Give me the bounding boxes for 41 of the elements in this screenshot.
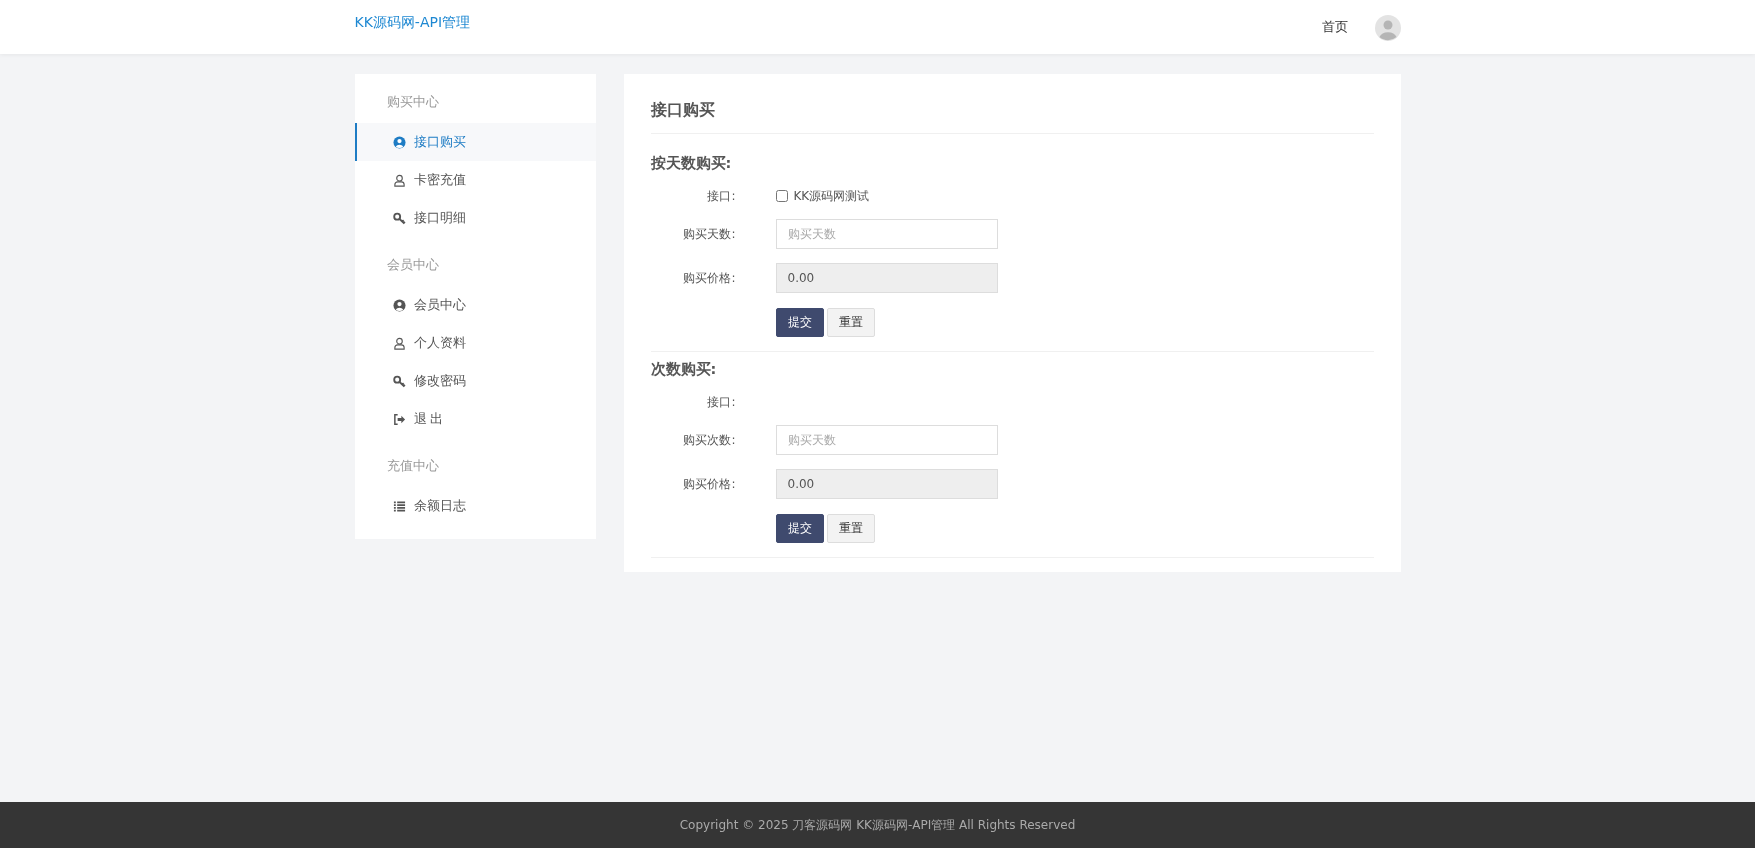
input-field[interactable]: 购买天数	[775, 219, 998, 249]
user-circle-icon	[392, 298, 406, 312]
reset-button[interactable]: 重置	[826, 513, 875, 543]
list-icon	[392, 499, 406, 513]
user-circle-icon	[392, 135, 406, 149]
sidebar-item[interactable]: 退 出	[354, 400, 596, 438]
brand-link[interactable]: KK源码网-API管理	[354, 14, 471, 32]
user-icon	[392, 336, 406, 350]
user-icon	[392, 173, 406, 187]
key-icon	[392, 374, 406, 388]
sign-out-icon	[392, 412, 406, 426]
sidebar-item[interactable]: 余额日志	[354, 487, 596, 525]
sidebar-item[interactable]: 修改密码	[354, 362, 596, 400]
interface-checkbox[interactable]	[775, 190, 788, 202]
nav-link[interactable]: 首页	[1321, 18, 1348, 36]
field-label: 接口:	[706, 393, 736, 411]
sidebar-group-title: 购买中心	[385, 93, 440, 111]
field-label: 购买价格:	[682, 269, 736, 287]
sidebar-item[interactable]: 接口明细	[354, 199, 596, 237]
sidebar-group-title: 充值中心	[385, 457, 440, 475]
sidebar-item[interactable]: 会员中心	[354, 286, 596, 324]
reset-button[interactable]: 重置	[826, 307, 875, 337]
input-field[interactable]: 购买天数	[775, 425, 998, 455]
key-icon	[392, 211, 406, 225]
sidebar-item[interactable]: 接口购买	[354, 123, 596, 161]
section-heading: 按天数购买:	[650, 154, 733, 173]
sidebar-item[interactable]: 卡密充值	[354, 161, 596, 199]
sidebar-item[interactable]: 个人资料	[354, 324, 596, 362]
copyright-text: Copyright © 2025 刀客源码网 KK源码网-API管理 All Rights Reserved	[679, 816, 1076, 834]
price-field[interactable]: 0.00	[775, 263, 998, 293]
price-field[interactable]: 0.00	[775, 469, 998, 499]
field-label: 购买价格:	[682, 475, 736, 493]
field-label: 接口:	[706, 187, 736, 205]
section-heading: 次数购买:	[650, 360, 718, 379]
field-label: 购买次数:	[682, 431, 736, 449]
submit-button[interactable]: 提交	[775, 513, 824, 543]
submit-button[interactable]: 提交	[775, 307, 824, 337]
checkbox-label: KK源码网测试	[793, 187, 870, 205]
page-title: 接口购买	[650, 100, 1374, 134]
field-label: 购买天数:	[682, 225, 736, 243]
sidebar-group-title: 会员中心	[385, 256, 440, 274]
